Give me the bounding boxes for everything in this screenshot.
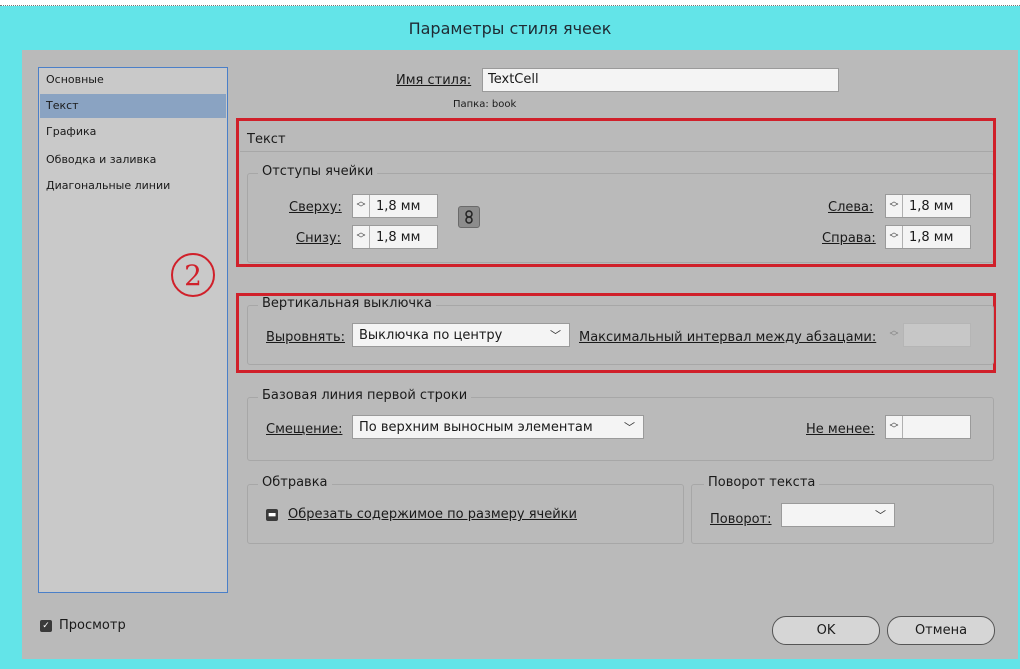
max-spacing-label: Максимальный интервал между абзацами: bbox=[579, 330, 877, 345]
dialog-title: Параметры стиля ячеек bbox=[408, 18, 612, 38]
rotate-dropdown[interactable]: ﹀ bbox=[781, 503, 895, 527]
align-label: Выровнять: bbox=[266, 330, 345, 345]
chevron-down-icon: ﹀ bbox=[550, 329, 561, 342]
ok-button[interactable]: OK bbox=[772, 616, 880, 645]
stepper-arrows-icon[interactable]: ︿ ﹀ bbox=[886, 416, 903, 438]
clipping-title: Обтравка bbox=[258, 475, 332, 490]
chevron-down-icon: ﹀ bbox=[875, 509, 886, 522]
first-baseline-title: Базовая линия первой строки bbox=[258, 388, 472, 403]
chevron-down-icon: ﹀ bbox=[624, 421, 635, 434]
max-spacing-stepper[interactable]: ︿ ﹀ bbox=[885, 323, 971, 347]
style-name-field[interactable]: TextCell bbox=[482, 68, 839, 92]
cancel-button[interactable]: Отмена bbox=[887, 616, 995, 645]
folder-label: Папка: book bbox=[453, 99, 517, 110]
highlight-box-insets bbox=[236, 118, 996, 267]
category-list: Основные Текст Графика Обводка и заливка… bbox=[38, 67, 228, 593]
sidebar-item-text[interactable]: Текст bbox=[40, 94, 226, 118]
offset-dropdown[interactable]: По верхним выносным элементам ﹀ bbox=[352, 415, 644, 439]
align-dropdown[interactable]: Выключка по центру ﹀ bbox=[352, 323, 570, 347]
style-name-label: Имя стиля: bbox=[396, 73, 472, 88]
min-stepper[interactable]: ︿ ﹀ bbox=[885, 415, 971, 439]
min-label: Не менее: bbox=[806, 422, 875, 437]
stepper-arrows-icon[interactable]: ︿ ﹀ bbox=[885, 323, 903, 347]
vertical-justification-title: Вертикальная выключка bbox=[258, 296, 436, 311]
text-rotation-title: Поворот текста bbox=[704, 475, 820, 490]
sidebar-item-graphics[interactable]: Графика bbox=[40, 120, 226, 144]
max-spacing-field[interactable] bbox=[903, 323, 971, 347]
preview-label: Просмотр bbox=[59, 618, 126, 633]
checkmark-icon: ✓ bbox=[40, 620, 52, 632]
sidebar-item-diagonal-lines[interactable]: Диагональные линии bbox=[40, 174, 226, 198]
clip-checkbox[interactable]: ▬ bbox=[266, 509, 278, 521]
sidebar-item-general[interactable]: Основные bbox=[40, 68, 226, 92]
clip-checkbox-label: Обрезать содержимое по размеру ячейки bbox=[288, 507, 577, 522]
align-value: Выключка по центру bbox=[359, 327, 503, 343]
sidebar-item-stroke-fill[interactable]: Обводка и заливка bbox=[40, 148, 226, 172]
rotate-label: Поворот: bbox=[710, 512, 772, 527]
annotation-number: 2 bbox=[171, 253, 215, 297]
offset-value: По верхним выносным элементам bbox=[359, 419, 593, 435]
offset-label: Смещение: bbox=[266, 422, 343, 437]
preview-checkbox[interactable]: ✓ bbox=[40, 620, 52, 632]
checkbox-indeterminate-icon: ▬ bbox=[266, 509, 278, 521]
